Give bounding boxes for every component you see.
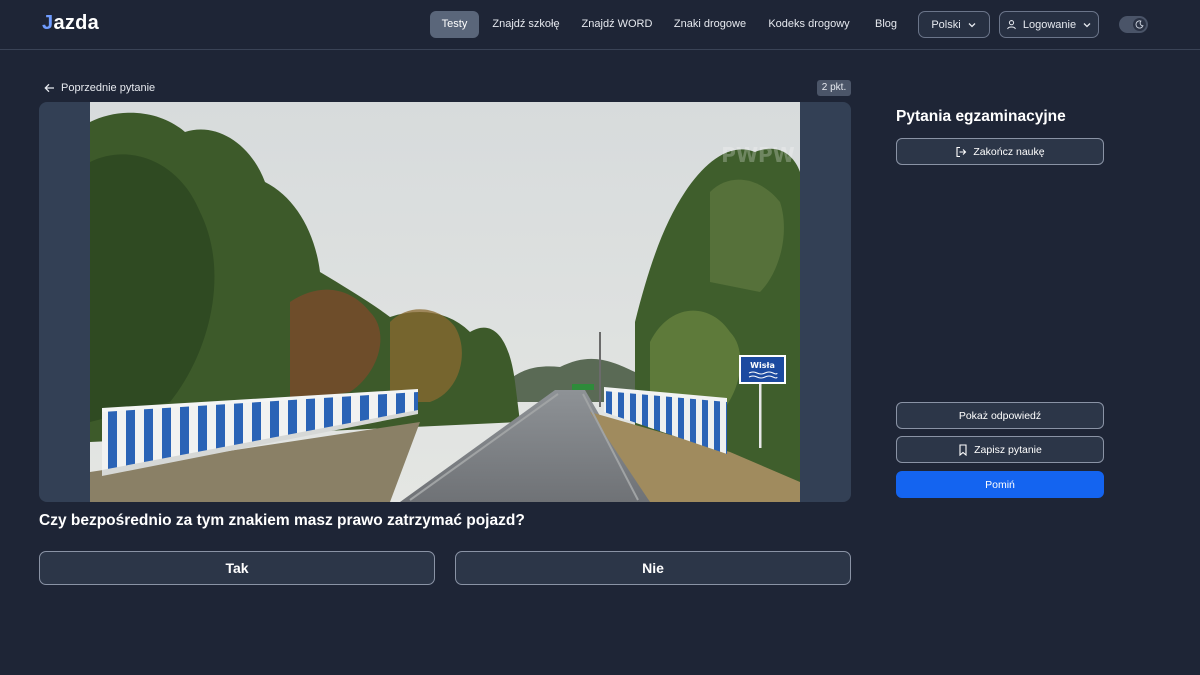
nav-road-signs[interactable]: Znaki drogowe: [668, 11, 752, 38]
login-menu[interactable]: Logowanie: [999, 11, 1099, 38]
save-question-button[interactable]: Zapisz pytanie: [896, 436, 1104, 463]
river-sign-text: Wisła: [750, 361, 775, 370]
question-image: Wisła PWPW: [90, 102, 800, 502]
chevron-down-icon: [1083, 22, 1091, 27]
logout-icon: [956, 146, 967, 157]
previous-question-link[interactable]: Poprzednie pytanie: [44, 81, 155, 95]
svg-text:PWPW: PWPW: [721, 143, 794, 167]
language-label: Polski: [931, 18, 961, 31]
end-study-button[interactable]: Zakończ naukę: [896, 138, 1104, 165]
user-icon: [1007, 20, 1016, 30]
logo[interactable]: Jazda: [42, 12, 99, 35]
nav-find-word[interactable]: Znajdź WORD: [578, 11, 656, 38]
chevron-down-icon: [968, 22, 976, 27]
save-question-label: Zapisz pytanie: [974, 443, 1042, 456]
top-navbar: Jazda Testy Znajdź szkołę Znajdź WORD Zn…: [0, 0, 1200, 50]
end-study-label: Zakończ naukę: [973, 145, 1045, 158]
logo-text: azda: [53, 12, 100, 34]
logo-mark: J: [42, 12, 54, 34]
points-badge: 2 pkt.: [817, 80, 851, 96]
question-text: Czy bezpośrednio za tym znakiem masz pra…: [39, 512, 525, 529]
moon-icon: [1133, 18, 1146, 31]
answer-yes-button[interactable]: Tak: [39, 551, 435, 585]
arrow-left-icon: [44, 83, 54, 93]
nav-testy[interactable]: Testy: [430, 11, 479, 38]
sidebar-title: Pytania egzaminacyjne: [896, 108, 1066, 125]
nav-road-code[interactable]: Kodeks drogowy: [764, 11, 854, 38]
login-label: Logowanie: [1022, 18, 1077, 31]
nav-find-school[interactable]: Znajdź szkołę: [487, 11, 565, 38]
theme-toggle[interactable]: [1119, 16, 1148, 33]
answer-no-button[interactable]: Nie: [455, 551, 851, 585]
show-answer-button[interactable]: Pokaż odpowiedź: [896, 402, 1104, 429]
previous-question-label: Poprzednie pytanie: [61, 82, 156, 94]
bookmark-icon: [959, 443, 967, 456]
skip-button[interactable]: Pomiń: [896, 471, 1104, 498]
question-media: Wisła PWPW: [39, 102, 851, 502]
language-select[interactable]: Polski: [918, 11, 990, 38]
nav-blog[interactable]: Blog: [867, 11, 905, 38]
